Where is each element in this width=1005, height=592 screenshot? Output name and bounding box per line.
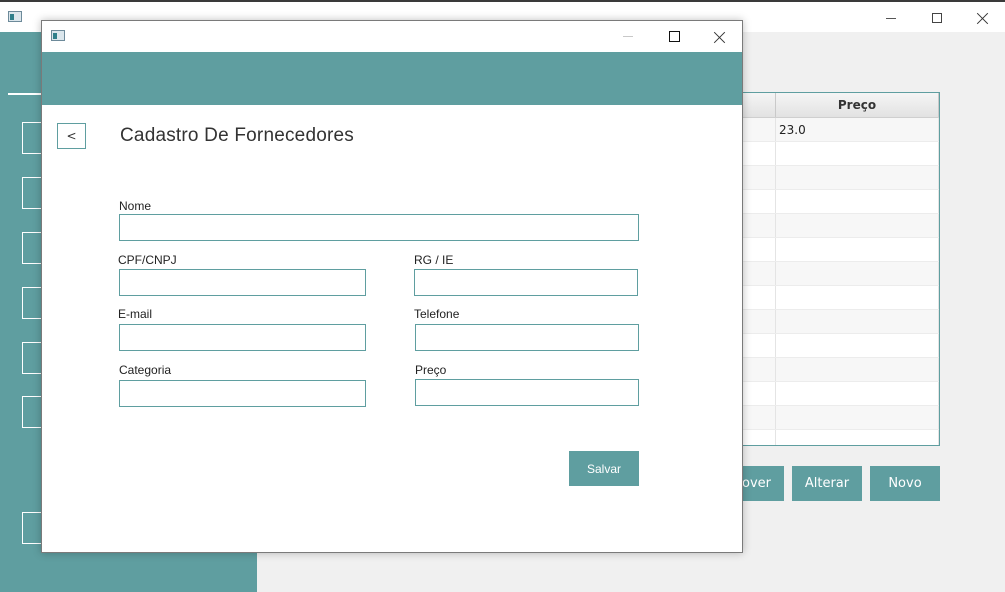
table-row[interactable] [743,214,939,238]
minimize-icon [886,17,896,19]
app-icon [51,30,65,41]
sidebar-button[interactable] [22,342,42,374]
table-row[interactable] [743,382,939,406]
suppliers-table[interactable]: Preço 23.0 [742,92,940,446]
categoria-label: Categoria [119,363,172,377]
table-cell [776,262,939,285]
table-cell [743,118,776,141]
rg-ie-label: RG / IE [414,253,454,267]
minimize-icon [623,36,633,37]
maximize-icon [932,13,942,23]
supplier-dialog: < Cadastro De Fornecedores Nome CPF/CNPJ… [41,20,743,553]
table-cell [776,238,939,261]
dialog-maximize-button[interactable] [651,22,697,51]
table-row[interactable] [743,310,939,334]
table-cell [776,334,939,357]
table-header: Preço [743,93,939,118]
table-row[interactable] [743,166,939,190]
back-button[interactable]: < [57,123,86,149]
table-cell [776,286,939,309]
table-cell [776,310,939,333]
close-icon [714,31,726,43]
email-field[interactable] [119,324,366,351]
page-title: Cadastro De Fornecedores [120,125,354,146]
table-row[interactable] [743,142,939,166]
table-cell [743,334,776,357]
table-cell [776,382,939,405]
save-button[interactable]: Salvar [569,451,639,486]
new-button[interactable]: Novo [870,466,940,501]
cpf-cnpj-field[interactable] [119,269,366,296]
main-minimize-button[interactable] [868,4,914,32]
table-cell [743,190,776,213]
table-cell [743,310,776,333]
table-row[interactable] [743,238,939,262]
table-cell [776,430,939,445]
table-cell [743,238,776,261]
main-close-button[interactable] [960,4,1005,32]
telefone-label: Telefone [414,307,460,321]
column-header[interactable] [743,93,776,117]
app-icon [8,11,22,22]
table-cell [776,214,939,237]
table-cell [776,190,939,213]
table-cell [743,262,776,285]
close-icon [977,12,989,24]
table-cell [776,142,939,165]
dialog-close-button[interactable] [697,22,742,51]
table-cell [776,358,939,381]
table-body: 23.0 [743,118,939,445]
table-row[interactable] [743,190,939,214]
table-row[interactable] [743,334,939,358]
table-cell [743,358,776,381]
table-cell [776,406,939,429]
dialog-minimize-button[interactable] [605,22,651,51]
telefone-field[interactable] [415,324,639,351]
main-maximize-button[interactable] [914,4,960,32]
sidebar-button[interactable] [22,512,42,544]
email-label: E-mail [118,307,153,321]
sidebar-button[interactable] [22,287,42,319]
table-row[interactable] [743,358,939,382]
table-row[interactable] [743,406,939,430]
sidebar-button[interactable] [22,122,42,154]
alter-button[interactable]: Alterar [792,466,862,501]
cpf-cnpj-label: CPF/CNPJ [118,253,177,267]
table-cell [743,286,776,309]
nome-label: Nome [119,199,152,213]
table-cell [776,166,939,189]
table-cell [743,166,776,189]
sidebar-button[interactable] [22,232,42,264]
table-row[interactable]: 23.0 [743,118,939,142]
table-cell [743,142,776,165]
table-cell [743,406,776,429]
table-row[interactable] [743,286,939,310]
sidebar-button[interactable] [22,177,42,209]
table-row[interactable] [743,430,939,445]
preco-field[interactable] [415,379,639,406]
table-cell: 23.0 [776,118,939,141]
maximize-icon [668,31,680,42]
sidebar-divider [8,93,44,95]
dialog-titlebar [42,21,742,52]
nome-field[interactable] [119,214,639,241]
preco-label: Preço [415,363,447,377]
table-cell [743,382,776,405]
table-cell [743,430,776,445]
column-header-preco[interactable]: Preço [776,93,939,117]
categoria-field[interactable] [119,380,366,407]
table-row[interactable] [743,262,939,286]
dialog-header-band [42,52,742,105]
table-cell [743,214,776,237]
rg-ie-field[interactable] [414,269,638,296]
sidebar-button[interactable] [22,396,42,428]
